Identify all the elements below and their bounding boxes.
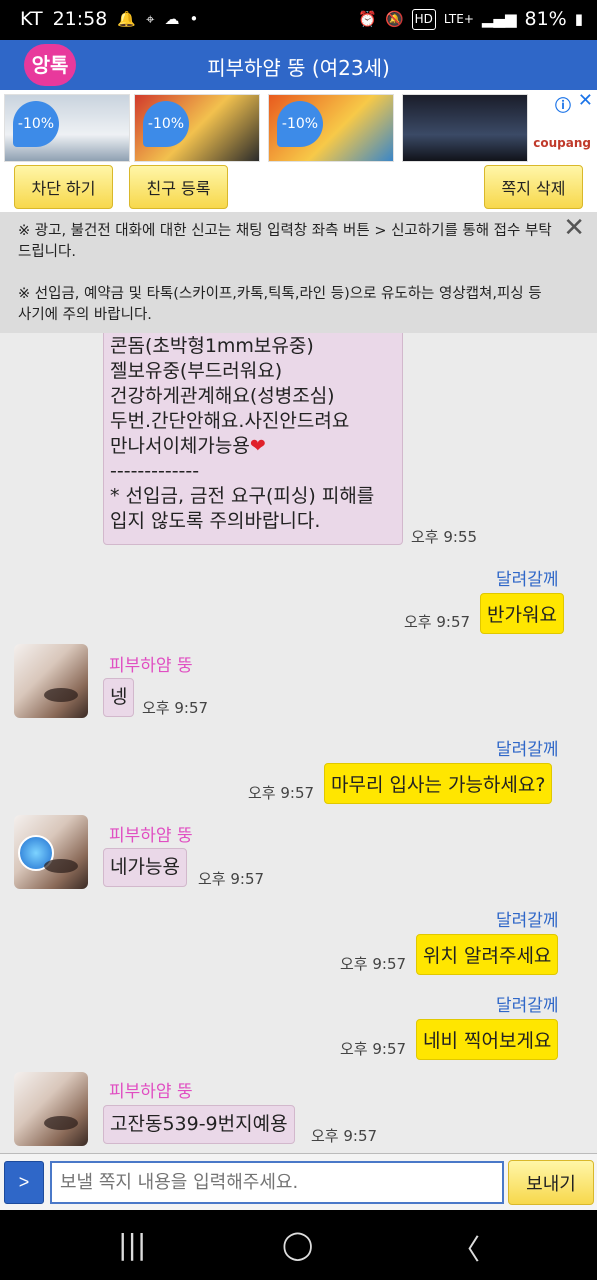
status-bar: KT 21:58 🔔 ⌖ ☁ • ⏰ 🔕 HD LTE+ ▂▄▆ 81% ▮: [0, 0, 597, 40]
notification-icon: 🔔: [117, 9, 137, 28]
notice-report: ※ 광고, 불건전 대화에 대한 신고는 채팅 입력창 좌측 버튼 > 신고하기…: [18, 223, 552, 260]
send-button[interactable]: 보내기: [508, 1160, 594, 1205]
message-time: 오후 9:57: [340, 1040, 407, 1058]
ad-close-icon[interactable]: ✕: [578, 90, 593, 111]
battery-level: 81%: [524, 8, 567, 30]
message-bubble: 마무리 입사는 가능하세요?: [324, 763, 553, 804]
message-time: 오후 9:57: [248, 784, 315, 802]
recent-apps-icon[interactable]: |||: [118, 1228, 146, 1261]
avatar[interactable]: [14, 815, 88, 889]
message-bubble: 고잔동539-9번지예용: [103, 1105, 295, 1144]
ad-item[interactable]: -10%: [134, 94, 260, 162]
ad-item[interactable]: -10%: [268, 94, 394, 162]
block-button[interactable]: 차단 하기: [14, 165, 113, 209]
app-header: 앙톡 피부하얌 뚱 (여23세): [0, 40, 597, 90]
avatar[interactable]: [14, 644, 88, 718]
message-bubble: 반가워요: [480, 593, 564, 634]
message-bubble: 네비 찍어보게요: [416, 1019, 559, 1060]
input-bar: > 보내기: [0, 1153, 597, 1210]
dot-icon: •: [189, 9, 199, 28]
mute-icon: 🔕: [384, 9, 404, 28]
location-icon: ⌖: [146, 9, 155, 28]
avatar[interactable]: [14, 1072, 88, 1146]
avatar-detail: [44, 859, 78, 873]
menu-toggle-button[interactable]: >: [4, 1161, 44, 1204]
hd-icon: HD: [411, 8, 436, 30]
avatar-detail: [44, 688, 78, 702]
back-icon[interactable]: 〈: [452, 1228, 480, 1268]
message-time: 오후 9:55: [411, 528, 478, 546]
notice-fraud: ※ 선입금, 예약금 및 타톡(스카이프,카톡,틱톡,라인 등)으로 유도하는 …: [18, 286, 542, 323]
sender-name: 달려갈께: [496, 570, 559, 590]
ad-item[interactable]: -10%: [4, 94, 130, 162]
message-time: 오후 9:57: [404, 613, 471, 631]
message-line: 콘돔(초박형1mm보유중): [110, 335, 314, 357]
sender-name: 달려갈께: [496, 740, 559, 760]
sender-name: 달려갈께: [496, 996, 559, 1016]
avatar-detail: [44, 1116, 78, 1130]
message-time: 오후 9:57: [142, 699, 209, 717]
message-bubble: 콘돔(초박형1mm보유중) 젤보유중(부드러워요) 건강하게관계해요(성병조심)…: [103, 333, 403, 545]
ad-info-icon[interactable]: ⓘ: [555, 92, 571, 116]
discount-tag: -10%: [13, 101, 59, 147]
message-time: 오후 9:57: [198, 870, 265, 888]
message-line: 건강하게관계해요(성병조심): [110, 385, 335, 407]
signal-icon: ▂▄▆: [481, 9, 517, 28]
page-title: 피부하얌 뚱 (여23세): [207, 56, 390, 80]
message-line: 두번.간단안해요.사진안드려요: [110, 410, 350, 432]
chat-area[interactable]: 콘돔(초박형1mm보유중) 젤보유중(부드러워요) 건강하게관계해요(성병조심)…: [0, 333, 597, 1153]
clock: 21:58: [52, 8, 108, 30]
message-line: 만나서이체가능용❤: [110, 435, 266, 457]
ad-banner[interactable]: -10% -10% -10% ⓘ ✕ coupang: [0, 90, 597, 162]
delete-message-button[interactable]: 쪽지 삭제: [484, 165, 583, 209]
cloud-icon: ☁: [164, 9, 180, 28]
sender-name: 피부하얌 뚱: [109, 826, 193, 846]
ad-image: [403, 95, 527, 161]
message-bubble: 위치 알려주세요: [416, 934, 559, 975]
sender-name: 달려갈께: [496, 911, 559, 931]
carrier: KT: [20, 8, 43, 30]
message-line: * 선입금, 금전 요구(피싱) 피해를: [110, 485, 375, 507]
home-icon[interactable]: ◯: [282, 1228, 313, 1261]
notice-panel: ※ 광고, 불건전 대화에 대한 신고는 채팅 입력창 좌측 버튼 > 신고하기…: [0, 212, 597, 333]
status-left: KT 21:58 🔔 ⌖ ☁ •: [20, 8, 198, 30]
status-right: ⏰ 🔕 HD LTE+ ▂▄▆ 81% ▮: [358, 8, 583, 30]
message-line: 입지 않도록 주의바랍니다.: [110, 510, 321, 532]
battery-icon: ▮: [574, 9, 583, 28]
message-time: 오후 9:57: [311, 1127, 378, 1145]
system-nav-bar: ||| ◯ 〈: [0, 1210, 597, 1280]
sender-name: 피부하얌 뚱: [109, 1082, 193, 1102]
message-line: 젤보유중(부드러워요): [110, 360, 283, 382]
ad-item[interactable]: [402, 94, 528, 162]
lte-icon: LTE+: [443, 11, 474, 26]
close-icon[interactable]: ✕: [563, 215, 585, 241]
message-input[interactable]: [50, 1161, 504, 1204]
message-line: -------------: [110, 460, 200, 482]
message-time: 오후 9:57: [340, 955, 407, 973]
discount-tag: -10%: [143, 101, 189, 147]
action-bar: 차단 하기 친구 등록 쪽지 삭제: [0, 162, 597, 212]
message-bubble: 네가능용: [103, 848, 187, 887]
heart-icon: ❤: [249, 435, 266, 457]
alarm-icon: ⏰: [358, 9, 377, 28]
message-bubble: 넹: [103, 678, 135, 717]
discount-tag: -10%: [277, 101, 323, 147]
ad-brand: coupang: [533, 136, 591, 150]
sender-name: 피부하얌 뚱: [109, 656, 193, 676]
add-friend-button[interactable]: 친구 등록: [129, 165, 228, 209]
